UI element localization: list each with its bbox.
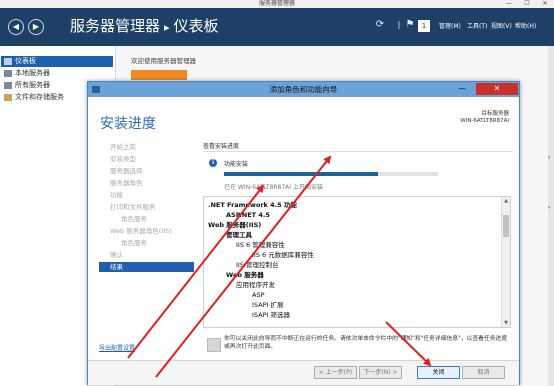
- list-scrollbar[interactable]: ▲ ▼: [501, 197, 510, 327]
- destination-name: WIN-6ATLT8R87AI: [460, 118, 509, 124]
- menu-tools[interactable]: 工具(T): [467, 23, 487, 31]
- step-features[interactable]: 功能: [99, 190, 194, 200]
- wizard-heading: 安装进度: [100, 116, 156, 132]
- dialog-minimize-button[interactable]: —: [458, 85, 466, 93]
- window-close-button[interactable]: ✕: [536, 0, 554, 8]
- step-role-services[interactable]: 角色服务: [99, 214, 194, 224]
- step-install-type[interactable]: 安装类型: [99, 154, 194, 164]
- sidebar-item-label: 所有服务器: [15, 81, 50, 89]
- storage-icon: [4, 93, 12, 101]
- menu-manage[interactable]: 管理(M): [439, 23, 461, 31]
- sidebar-item-label: 文件和存储服务: [15, 93, 64, 101]
- scroll-down-icon[interactable]: ▼: [502, 319, 510, 327]
- list-item: 管理工具: [226, 231, 252, 239]
- list-item: ISAPI 筛选器: [252, 311, 291, 319]
- menu-help[interactable]: 帮助(H): [515, 23, 536, 31]
- maximize-button[interactable]: ☐: [518, 0, 536, 8]
- export-settings-link[interactable]: 导出配置设置: [99, 343, 135, 352]
- sidebar-item-label: 本地服务器: [15, 69, 50, 77]
- progress-fill: [224, 172, 379, 176]
- destination-server: 目标服务器 WIN-6ATLT8R87AI: [460, 111, 509, 125]
- menu-view[interactable]: 视图(V): [491, 23, 512, 31]
- notifications-flag-icon[interactable]: ⚑: [403, 18, 417, 32]
- breadcrumb-page: 仪表板: [173, 17, 219, 35]
- list-item: Web 服务器: [226, 271, 264, 279]
- scroll-thumb[interactable]: [503, 215, 509, 237]
- progress-status: 已在 WIN-6ATLT8R87AI 上开始安装: [224, 184, 323, 191]
- install-items-list[interactable]: ▲ ▼ .NET Framework 4.5 功能 ASP.NET 4.5 Web …: [203, 196, 511, 328]
- list-item: .NET Framework 4.5 功能: [208, 201, 297, 209]
- list-item: IIS 管理控制台: [236, 261, 279, 269]
- quick-start-tile[interactable]: [131, 70, 187, 80]
- sidebar-item-local-server[interactable]: 本地服务器: [1, 68, 113, 79]
- step-before-you-begin[interactable]: 开始之前: [99, 142, 194, 152]
- dialog-titlebar: 添加角色和功能向导 — ✕: [88, 82, 519, 97]
- dialog-title: 添加角色和功能向导: [269, 85, 338, 94]
- list-item: ASP: [252, 291, 265, 299]
- scroll-up-icon[interactable]: ▲: [502, 197, 510, 205]
- window-title: 服务器管理器: [258, 0, 295, 7]
- refresh-icon[interactable]: ⟳: [373, 18, 387, 32]
- forward-button[interactable]: ▶: [28, 19, 44, 35]
- step-server-roles[interactable]: 服务器角色: [99, 178, 194, 188]
- scroll-marker: ▾: [548, 155, 551, 161]
- note-icon: [207, 338, 221, 352]
- step-role-services[interactable]: 角色服务: [99, 238, 194, 248]
- dashboard-icon: [4, 57, 12, 65]
- next-button[interactable]: 下一步(N) >: [359, 366, 402, 379]
- scroll-marker: ▾: [548, 205, 551, 211]
- servers-icon: [4, 81, 12, 89]
- step-server-selection[interactable]: 服务器选择: [99, 166, 194, 176]
- welcome-title: 欢迎使用服务器管理器: [131, 57, 196, 65]
- list-item: IIS 6 元数据库兼容性: [252, 251, 314, 259]
- add-roles-wizard-dialog: 添加角色和功能向导 — ✕ 安装进度 目标服务器 WIN-6ATLT8R87AI…: [87, 81, 520, 385]
- list-item: IIS 6 管理兼容性: [236, 241, 285, 249]
- feature-install-label: 功能安装: [224, 161, 249, 168]
- breadcrumb-separator: ▸: [164, 21, 170, 34]
- install-progress-bar: [224, 172, 438, 176]
- notification-count-badge: 1: [418, 20, 430, 32]
- cancel-button[interactable]: 取消: [462, 366, 505, 379]
- section-title: 查看安装进度: [203, 143, 240, 150]
- sidebar-item-label: 仪表板: [15, 57, 36, 65]
- close-wizard-note: 你可以关闭此向导而不中断正在运行的任务。请依次单击命令栏中的"通知"和"任务详细…: [224, 336, 508, 350]
- dialog-close-x-button[interactable]: ✕: [476, 83, 518, 95]
- list-item: Web 服务器(IIS): [208, 221, 262, 229]
- header-bar: ◀ ▶ 服务器管理器 ▸ 仪表板 ⟳ | ⚑ 1 管理(M) 工具(T) 视图(V)…: [0, 8, 554, 46]
- minimize-button[interactable]: —: [500, 0, 518, 8]
- divider: [203, 151, 513, 152]
- sidebar-item-dashboard[interactable]: 仪表板: [1, 56, 113, 67]
- close-button[interactable]: 关闭: [417, 366, 460, 379]
- step-print-file-services[interactable]: 打印和文件服务: [99, 202, 194, 212]
- main-scrollbar[interactable]: [548, 46, 554, 386]
- breadcrumb-app[interactable]: 服务器管理器: [70, 16, 160, 36]
- breadcrumb: 服务器管理器 ▸ 仪表板: [70, 16, 219, 38]
- server-icon: [4, 69, 12, 77]
- list-item: ISAPI 扩展: [252, 301, 284, 309]
- list-item: ASP.NET 4.5: [226, 211, 270, 219]
- step-web-server-role[interactable]: Web 服务器角色(IIS): [99, 226, 194, 236]
- destination-label: 目标服务器: [481, 111, 509, 117]
- step-confirmation[interactable]: 确认: [99, 250, 194, 260]
- info-icon: i: [209, 159, 217, 167]
- list-item: 应用程序开发: [236, 281, 275, 289]
- prev-button[interactable]: < 上一步(P): [314, 366, 357, 379]
- back-button[interactable]: ◀: [8, 19, 24, 35]
- step-results[interactable]: 结果: [99, 262, 194, 272]
